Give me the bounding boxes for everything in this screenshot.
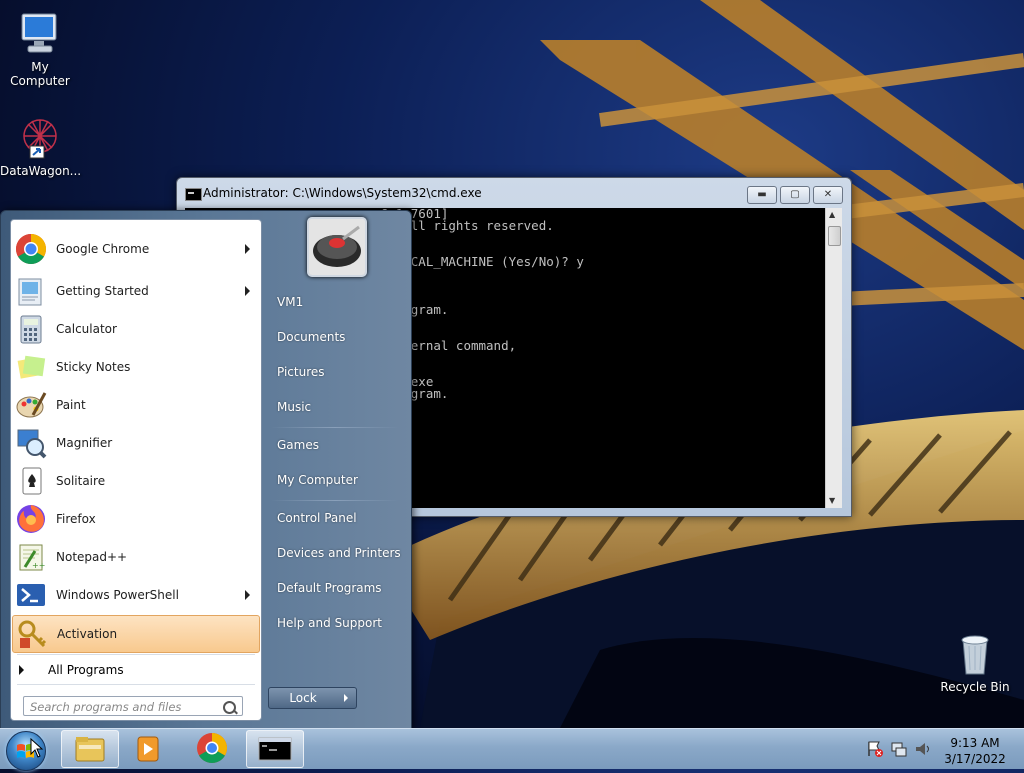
cmd-scrollbar[interactable]: ▲ ▼	[825, 208, 842, 508]
divider	[271, 427, 399, 428]
divider	[271, 500, 399, 501]
svg-text:++: ++	[32, 561, 45, 570]
network-icon[interactable]	[890, 740, 908, 758]
submenu-arrow-icon[interactable]	[245, 244, 250, 254]
cmd-icon	[258, 737, 292, 761]
powershell-icon	[15, 579, 47, 611]
start-menu-programs-pane: Google Chrome Getting Started Calculator…	[10, 219, 262, 721]
desktop-icon-datawagon[interactable]: DataWagon...	[0, 114, 82, 178]
program-getting-started[interactable]: Getting Started	[12, 273, 260, 309]
start-menu: Google Chrome Getting Started Calculator…	[0, 210, 412, 730]
right-item-devices-and-printers[interactable]: Devices and Printers	[277, 546, 401, 560]
close-button[interactable]: ✕	[813, 186, 843, 204]
computer-icon	[16, 10, 64, 58]
mouse-cursor-icon	[30, 738, 44, 758]
program-label: Windows PowerShell	[56, 588, 179, 602]
magnifier-icon	[15, 427, 47, 459]
search-placeholder: Search programs and files	[30, 700, 182, 714]
firefox-icon	[15, 503, 47, 535]
program-label: Magnifier	[56, 436, 113, 450]
calculator-icon	[15, 313, 47, 345]
clock-time: 9:13 AM	[950, 736, 1000, 750]
taskbar-media-player[interactable]	[120, 730, 176, 766]
lock-button[interactable]: Lock	[268, 687, 338, 709]
chrome-icon	[197, 733, 228, 764]
scroll-up-arrow-icon[interactable]: ▲	[829, 210, 835, 219]
activation-icon	[16, 618, 48, 650]
shutdown-options-arrow-icon[interactable]	[336, 687, 357, 709]
program-label: Getting Started	[56, 284, 149, 298]
taskbar-clock[interactable]: 9:13 AM 3/17/2022	[940, 736, 1010, 766]
media-player-icon	[137, 736, 159, 762]
scroll-down-arrow-icon[interactable]: ▼	[829, 496, 835, 505]
right-item-help-and-support[interactable]: Help and Support	[277, 616, 382, 630]
right-item-my-computer[interactable]: My Computer	[277, 473, 358, 487]
program-label: Notepad++	[56, 550, 128, 564]
right-item-user-folder[interactable]: VM1	[277, 295, 303, 309]
scroll-thumb[interactable]	[828, 226, 841, 246]
divider	[17, 684, 255, 685]
all-programs-label: All Programs	[48, 663, 124, 677]
right-item-pictures[interactable]: Pictures	[277, 365, 325, 379]
right-item-music[interactable]: Music	[277, 400, 311, 414]
program-label: Sticky Notes	[56, 360, 131, 374]
program-label: Paint	[56, 398, 86, 412]
cmd-icon	[185, 188, 202, 201]
clock-date: 3/17/2022	[944, 752, 1006, 766]
taskbar-file-explorer[interactable]	[61, 730, 119, 768]
maximize-button[interactable]: ▢	[780, 186, 810, 204]
user-avatar[interactable]	[307, 217, 367, 277]
sticky-notes-icon	[15, 351, 47, 383]
cmd-window-title: Administrator: C:\Windows\System32\cmd.e…	[203, 186, 482, 200]
desktop-icon-my-computer[interactable]: My Computer	[0, 10, 80, 88]
divider	[17, 654, 255, 655]
program-label: Calculator	[56, 322, 117, 336]
recycle-bin-icon	[951, 630, 999, 678]
search-programs-input[interactable]: Search programs and files	[23, 696, 243, 716]
taskbar-command-prompt[interactable]	[246, 730, 304, 768]
desktop-icon-label: DataWagon...	[0, 164, 82, 178]
all-programs-button[interactable]: All Programs	[19, 660, 124, 680]
right-item-default-programs[interactable]: Default Programs	[277, 581, 382, 595]
folder-icon	[75, 737, 105, 762]
right-item-control-panel[interactable]: Control Panel	[277, 511, 357, 525]
program-activation[interactable]: Activation	[12, 615, 260, 653]
program-calculator[interactable]: Calculator	[12, 311, 260, 347]
program-label: Google Chrome	[56, 242, 150, 256]
datawagon-icon	[16, 114, 64, 162]
submenu-arrow-icon[interactable]	[245, 590, 250, 600]
program-windows-powershell[interactable]: Windows PowerShell	[12, 577, 260, 613]
right-item-games[interactable]: Games	[277, 438, 319, 452]
action-center-flag-icon[interactable]	[866, 740, 884, 758]
right-item-documents[interactable]: Documents	[277, 330, 345, 344]
paint-icon	[15, 389, 47, 421]
program-solitaire[interactable]: Solitaire	[12, 463, 260, 499]
program-label: Solitaire	[56, 474, 106, 488]
program-paint[interactable]: Paint	[12, 387, 260, 423]
submenu-arrow-icon[interactable]	[245, 286, 250, 296]
solitaire-icon	[15, 465, 47, 497]
getting-started-icon	[15, 275, 47, 307]
program-label: Firefox	[56, 512, 96, 526]
all-programs-arrow-icon	[19, 665, 24, 675]
program-label: Activation	[57, 627, 118, 641]
search-icon[interactable]	[223, 701, 236, 714]
program-notepad-plus-plus[interactable]: ++ Notepad++	[12, 539, 260, 575]
program-google-chrome[interactable]: Google Chrome	[12, 231, 260, 267]
program-magnifier[interactable]: Magnifier	[12, 425, 260, 461]
program-sticky-notes[interactable]: Sticky Notes	[12, 349, 260, 385]
volume-icon[interactable]	[914, 740, 932, 758]
chrome-icon	[15, 233, 47, 265]
notepad-plus-plus-icon: ++	[15, 541, 47, 573]
desktop-icon-label: My Computer	[10, 60, 70, 88]
minimize-button[interactable]: ▬	[747, 186, 777, 204]
taskbar-google-chrome[interactable]	[184, 730, 240, 766]
program-firefox[interactable]: Firefox	[12, 501, 260, 537]
desktop-icon-label: Recycle Bin	[940, 680, 1010, 694]
desktop-icon-recycle-bin[interactable]: Recycle Bin	[935, 630, 1015, 694]
